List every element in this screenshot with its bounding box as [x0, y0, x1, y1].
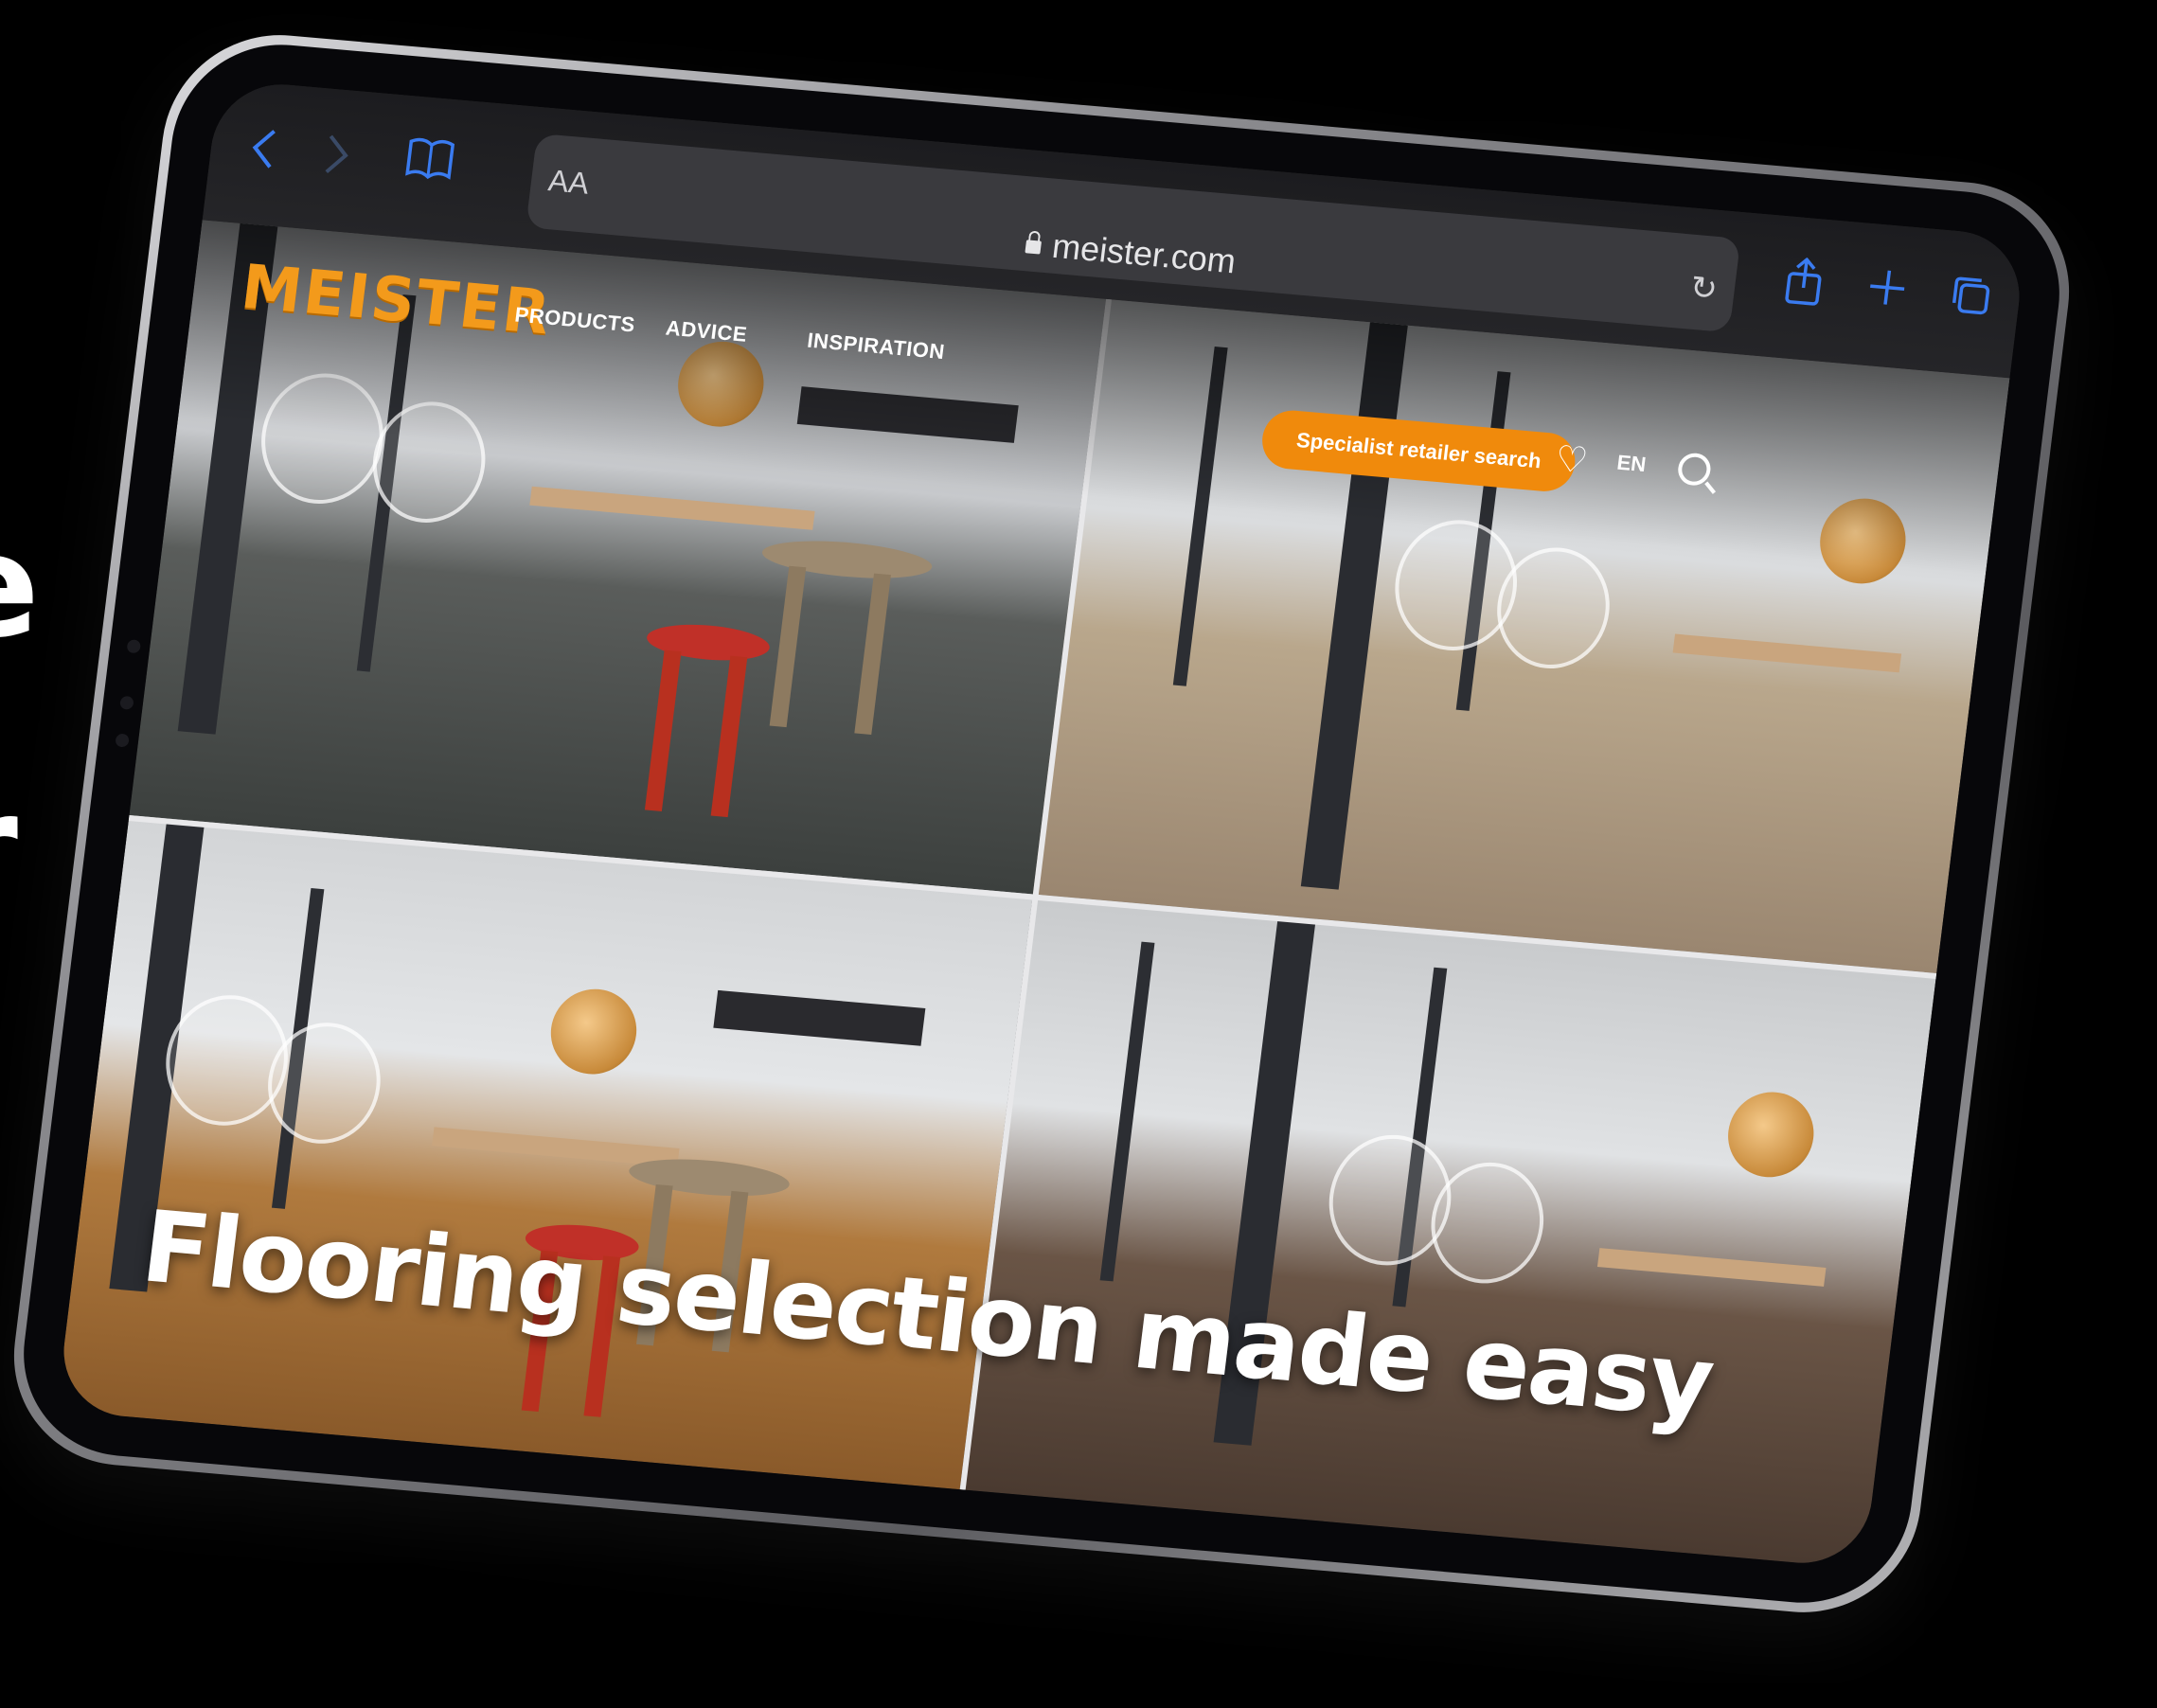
- sensor-dot: [115, 733, 130, 748]
- chevron-right-icon[interactable]: [319, 132, 353, 184]
- plus-icon[interactable]: [1863, 263, 1911, 319]
- search-icon[interactable]: [1676, 452, 1713, 488]
- meister-logo[interactable]: MEISTER: [238, 252, 556, 348]
- nav-advice[interactable]: ADVICE: [665, 316, 749, 347]
- webpage-content: MEISTER PRODUCTS ADVICE INSPIRATION Spec…: [56, 220, 2010, 1569]
- stage: e r AA: [0, 0, 2157, 1708]
- chevron-left-icon[interactable]: [246, 126, 280, 178]
- camera-dot: [126, 639, 142, 654]
- shelf: [713, 989, 926, 1046]
- pendant-lamp: [545, 985, 642, 1078]
- room-image-dark-oak: [959, 894, 1937, 1569]
- heart-icon[interactable]: ♡: [1553, 437, 1590, 482]
- lock-icon: [1025, 240, 1043, 255]
- room-image-oak-floor: [56, 814, 1033, 1490]
- window-frame: [1099, 941, 1155, 1282]
- language-selector[interactable]: EN: [1615, 451, 1647, 477]
- side-text-fragment: e: [0, 516, 40, 658]
- tabs-icon[interactable]: [1947, 273, 1993, 318]
- side-text-fragment: r: [0, 776, 18, 918]
- share-icon[interactable]: [1781, 256, 1826, 314]
- ipad-device: AA meister.com ↻ MEISTER PRODUCTS ADVICE…: [1, 26, 2082, 1622]
- sensor-dot: [119, 695, 134, 710]
- book-icon[interactable]: [402, 133, 457, 183]
- specialist-retailer-search-button[interactable]: Specialist retailer search: [1258, 407, 1579, 494]
- device-bezel: AA meister.com ↻ MEISTER PRODUCTS ADVICE…: [11, 35, 2072, 1612]
- url-text: meister.com: [1050, 225, 1239, 281]
- table: [1596, 1248, 1827, 1287]
- reload-icon[interactable]: ↻: [1688, 269, 1720, 309]
- table: [529, 486, 815, 530]
- pendant-lamp: [1722, 1088, 1819, 1181]
- red-stool: [626, 620, 772, 819]
- nav-inspiration[interactable]: INSPIRATION: [806, 329, 946, 365]
- device-screen: AA meister.com ↻ MEISTER PRODUCTS ADVICE…: [56, 79, 2027, 1569]
- table: [1672, 633, 1902, 673]
